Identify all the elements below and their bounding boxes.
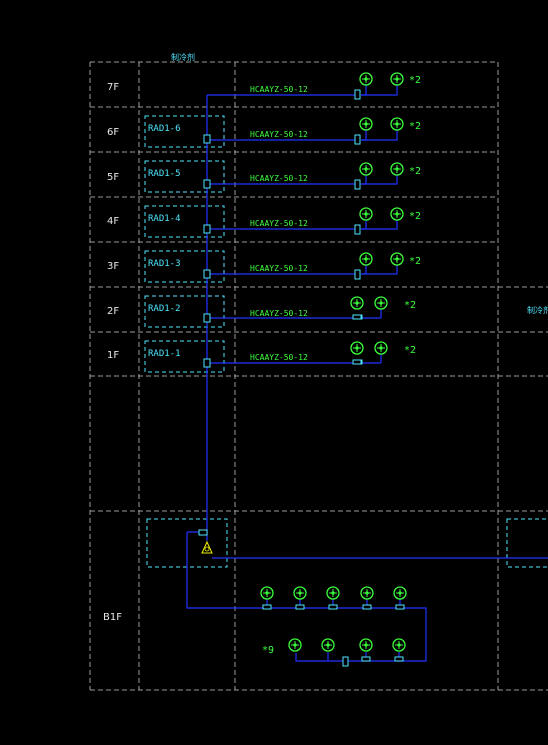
pipe-spec-5f: HCAAYZ-50-12 (250, 174, 308, 183)
unit-label-rad1-5: RAD1-5 (148, 169, 181, 179)
unit-label-rad1-3: RAD1-3 (148, 259, 181, 269)
valve-icon (198, 529, 208, 536)
nozzle-center (364, 77, 368, 81)
header-top-label: 制冷剂 (171, 52, 195, 62)
multiplier-4f: *2 (409, 211, 421, 222)
nozzle-fitting (361, 656, 371, 662)
nozzle-center (395, 167, 399, 171)
floor-label-6f: 6F (107, 127, 119, 138)
nozzle-fitting (352, 359, 362, 365)
nozzle-center (395, 212, 399, 216)
nozzle-center (365, 591, 369, 595)
multiplier-3f: *2 (409, 256, 421, 267)
valve-icon (342, 656, 349, 667)
header-right-label: 制冷剂 (527, 305, 548, 315)
pipe-spec-2f: HCAAYZ-50-12 (250, 309, 308, 318)
pipe-spec-7f: HCAAYZ-50-12 (250, 85, 308, 94)
pipe-spec-3f: HCAAYZ-50-12 (250, 264, 308, 273)
nozzle-center (326, 643, 330, 647)
nozzle-fitting (394, 656, 404, 662)
pipe-spec-4f: HCAAYZ-50-12 (250, 219, 308, 228)
valve-icon (203, 179, 211, 189)
nozzle-fitting (262, 604, 272, 610)
nozzle-center (397, 643, 401, 647)
multiplier-2f: *2 (404, 300, 416, 311)
nozzle-center (331, 591, 335, 595)
floor-label-4f: 4F (107, 216, 119, 227)
unit-label-rad1-6: RAD1-6 (148, 124, 181, 134)
multiplier-b1f: *9 (262, 645, 274, 656)
nozzle-group (260, 72, 407, 662)
valve-icon (203, 358, 211, 368)
nozzle-center (364, 257, 368, 261)
valve-icon (354, 89, 361, 100)
floor-label-2f: 2F (107, 306, 119, 317)
unit-label-rad1-2: RAD1-2 (148, 304, 181, 314)
pipe-network (186, 84, 548, 662)
floor-label-5f: 5F (107, 172, 119, 183)
nozzle-fitting (362, 604, 372, 610)
nozzle-center (364, 122, 368, 126)
nozzle-center (379, 301, 383, 305)
pipe-spec-1f: HCAAYZ-50-12 (250, 353, 308, 362)
nozzle-center (398, 591, 402, 595)
cylinder-station-icon (201, 538, 213, 554)
nozzle-center (379, 346, 383, 350)
nozzle-center (355, 346, 359, 350)
nozzle-center (298, 591, 302, 595)
unit-label-rad1-4: RAD1-4 (148, 214, 181, 224)
multiplier-1f: *2 (404, 345, 416, 356)
nozzle-center (395, 257, 399, 261)
multiplier-6f: *2 (409, 121, 421, 132)
valve-icon (354, 134, 361, 145)
floor-label-3f: 3F (107, 261, 119, 272)
floor-grid (89, 61, 548, 691)
valve-icon (203, 313, 211, 323)
nozzle-center (364, 212, 368, 216)
valve-icon (203, 134, 211, 144)
nozzle-center (293, 643, 297, 647)
valve-icon (354, 224, 361, 235)
nozzle-fitting (328, 604, 338, 610)
nozzle-center (395, 77, 399, 81)
nozzle-fitting (295, 604, 305, 610)
multiplier-7f: *2 (409, 75, 421, 86)
nozzle-center (355, 301, 359, 305)
unit-label-rad1-1: RAD1-1 (148, 349, 181, 359)
nozzle-center (395, 122, 399, 126)
floor-label-7f: 7F (107, 82, 119, 93)
nozzle-center (265, 591, 269, 595)
floor-label-b1f: B1F (103, 612, 122, 623)
multiplier-5f: *2 (409, 166, 421, 177)
nozzle-fitting (352, 314, 362, 320)
valve-icon (354, 179, 361, 190)
floor-label-1f: 1F (107, 350, 119, 361)
nozzle-fitting (395, 604, 405, 610)
pipe-spec-6f: HCAAYZ-50-12 (250, 130, 308, 139)
fire-suppression-riser-diagram: 制冷剂 制冷剂 7F 6F 5F 4F 3F 2F 1F B1F RAD1-6 … (89, 52, 548, 691)
valve-icon (203, 269, 211, 279)
valve-icon (354, 269, 361, 280)
valve-icon (203, 224, 211, 234)
nozzle-center (364, 167, 368, 171)
nozzle-center (364, 643, 368, 647)
